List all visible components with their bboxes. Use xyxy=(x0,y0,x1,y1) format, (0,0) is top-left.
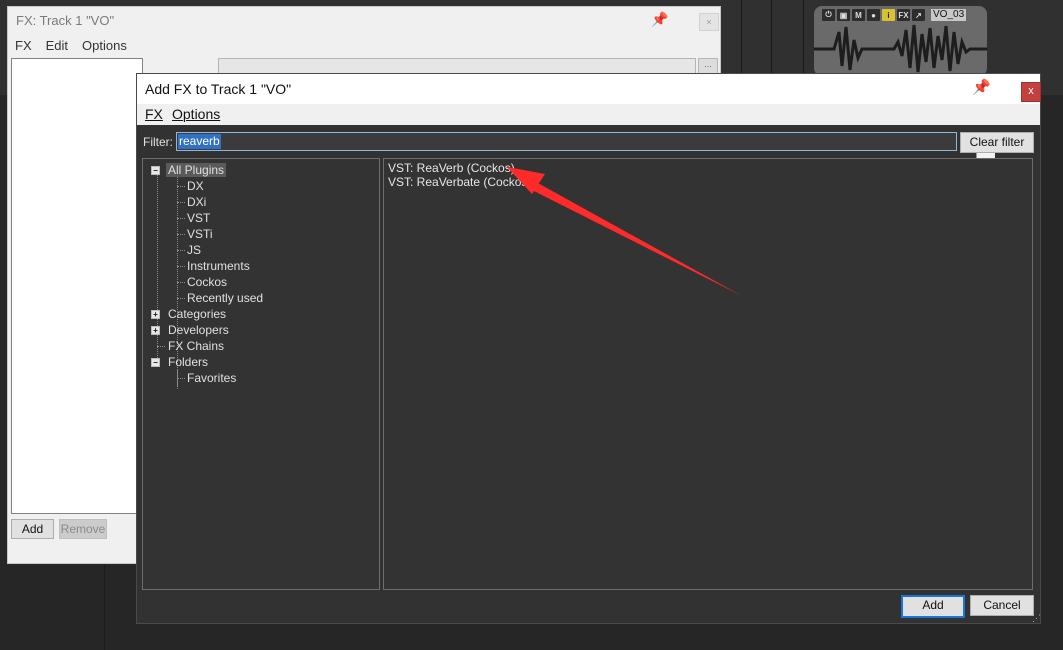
tree-connector xyxy=(177,298,185,299)
envelope-icon[interactable]: ↗ xyxy=(912,9,925,21)
resize-grip-icon[interactable]: ⋰ xyxy=(1032,613,1041,624)
tree-item-vsti[interactable]: VSTi xyxy=(187,227,213,241)
dialog-title: Add FX to Track 1 "VO" xyxy=(145,81,292,97)
close-button[interactable]: × xyxy=(699,13,719,31)
tree-item-fx-chains[interactable]: FX Chains xyxy=(168,339,224,353)
grid-line xyxy=(104,560,105,650)
tree-connector xyxy=(177,369,178,389)
grid-line xyxy=(771,0,772,73)
menu-options[interactable]: Options xyxy=(75,37,134,57)
tree-item-cockos[interactable]: Cockos xyxy=(187,275,227,289)
tree-item-instruments[interactable]: Instruments xyxy=(187,259,250,273)
fx-chain-list[interactable] xyxy=(11,58,143,514)
filter-row: Filter: reaverb ⌵ Clear filter xyxy=(137,125,1040,158)
list-item-reaverbate[interactable]: VST: ReaVerbate (Cockos) xyxy=(388,175,531,189)
tree-connector xyxy=(177,282,185,283)
tree-connector xyxy=(177,202,185,203)
tree-connector xyxy=(177,218,185,219)
tree-item-vst[interactable]: VST xyxy=(187,211,210,225)
tree-item-label: Categories xyxy=(168,307,227,321)
plugin-results-list: VST: ReaVerb (Cockos) VST: ReaVerbate (C… xyxy=(383,158,1033,590)
filter-text: reaverb xyxy=(178,134,221,149)
pin-icon[interactable]: 📌 xyxy=(651,11,668,28)
filter-label: Filter: xyxy=(143,135,173,149)
tree-connector xyxy=(177,172,178,386)
filter-input[interactable]: reaverb ⌵ xyxy=(176,132,995,158)
expand-icon[interactable]: + xyxy=(151,310,160,319)
cancel-button[interactable]: Cancel xyxy=(970,595,1034,616)
category-tree: − All Plugins DX DXi VST VSTi JS Instrum… xyxy=(142,158,380,590)
tree-item-recently-used[interactable]: Recently used xyxy=(187,291,263,305)
comment-icon[interactable]: ● xyxy=(867,9,880,21)
close-button[interactable]: x xyxy=(1021,82,1041,102)
power-icon[interactable]: ⏻ xyxy=(822,9,835,21)
tree-connector xyxy=(177,378,185,379)
grid-line xyxy=(741,0,742,73)
add-button[interactable]: Add xyxy=(901,595,965,618)
mute-icon[interactable]: M xyxy=(852,9,865,21)
tree-item-label: Folders xyxy=(168,355,209,369)
waveform xyxy=(814,24,987,73)
expand-icon[interactable]: + xyxy=(151,326,160,335)
tree-item-developers[interactable]: + Developers xyxy=(151,323,229,337)
tree-item-dxi[interactable]: DXi xyxy=(187,195,206,209)
fx-window-menubar: FX Edit Options xyxy=(8,37,134,57)
add-fx-dialog: Add FX to Track 1 "VO" 📌 x FX Options Fi… xyxy=(136,73,1041,624)
menu-options[interactable]: Options xyxy=(172,106,220,122)
tree-item-label: Developers xyxy=(168,323,229,337)
list-item-reaverb[interactable]: VST: ReaVerb (Cockos) xyxy=(388,161,515,175)
menu-fx[interactable]: FX xyxy=(8,37,39,57)
menu-edit[interactable]: Edit xyxy=(39,37,75,57)
tree-item-js[interactable]: JS xyxy=(187,243,201,257)
lock-icon[interactable]: ▣ xyxy=(837,9,850,21)
collapse-icon[interactable]: − xyxy=(151,166,160,175)
tree-connector xyxy=(177,250,185,251)
fx-window-title: FX: Track 1 "VO" xyxy=(16,13,115,28)
tree-connector xyxy=(177,186,185,187)
dialog-menubar: FX Options xyxy=(137,104,1040,125)
tree-item-folders[interactable]: − Folders xyxy=(151,355,208,369)
dialog-titlebar: Add FX to Track 1 "VO" 📌 x xyxy=(137,74,1041,104)
media-item[interactable]: ⏻ ▣ M ● i FX ↗ VO_03 xyxy=(814,6,987,76)
grid-line xyxy=(803,0,804,73)
media-item-icons: ⏻ ▣ M ● i FX ↗ xyxy=(822,9,925,21)
clear-filter-button[interactable]: Clear filter xyxy=(960,132,1034,153)
tree-item-all-plugins[interactable]: − All Plugins xyxy=(151,163,227,177)
tree-item-favorites[interactable]: Favorites xyxy=(187,371,236,385)
info-icon[interactable]: i xyxy=(882,9,895,21)
remove-button[interactable]: Remove xyxy=(59,519,107,539)
tree-item-label: All Plugins xyxy=(166,163,227,177)
add-button[interactable]: Add xyxy=(11,519,54,539)
tree-connector xyxy=(157,346,165,347)
collapse-icon[interactable]: − xyxy=(151,358,160,367)
menu-fx[interactable]: FX xyxy=(145,106,163,122)
fx-icon[interactable]: FX xyxy=(897,9,910,21)
media-item-name: VO_03 xyxy=(931,9,967,21)
pin-icon[interactable]: 📌 xyxy=(972,78,991,96)
tree-item-dx[interactable]: DX xyxy=(187,179,204,193)
tree-connector xyxy=(177,234,185,235)
tree-item-categories[interactable]: + Categories xyxy=(151,307,226,321)
tree-connector xyxy=(177,266,185,267)
